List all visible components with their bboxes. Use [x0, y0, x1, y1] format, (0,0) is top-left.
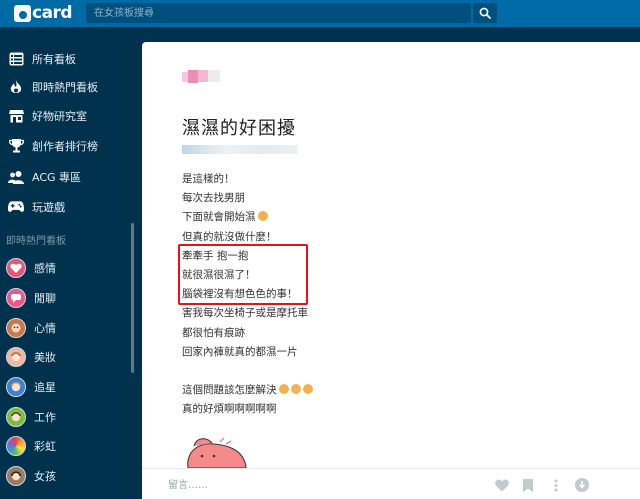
sidebar-item-label: 心情: [34, 322, 56, 335]
board-avatar: [6, 288, 26, 308]
logo-text: card: [32, 3, 73, 23]
post-title: 濕濕的好困擾: [182, 118, 296, 139]
sad-emoji-icon: [302, 384, 313, 395]
search-button[interactable]: [473, 3, 497, 23]
board-avatar: [6, 466, 26, 486]
board-avatar: [6, 318, 26, 338]
sidebar-board-idol[interactable]: 追星: [0, 372, 132, 402]
sidebar-item-games[interactable]: 玩遊戲: [0, 192, 132, 222]
sidebar-item-label: 創作者排行榜: [32, 140, 98, 153]
sidebar-board-makeup[interactable]: 美妝: [0, 342, 132, 372]
post-line: 真的好煩啊啊啊啊啊: [182, 403, 277, 416]
sidebar-item-label: 感情: [34, 262, 56, 275]
sidebar-item-label: 閒聊: [34, 292, 56, 305]
gamepad-icon: [8, 199, 24, 215]
post-line: 這個問題該怎麼解決: [182, 381, 602, 400]
sidebar-board-work[interactable]: 工作: [0, 402, 132, 432]
sidebar-item-label: 所有看板: [32, 53, 76, 66]
post-line: 下面就會開始濕: [182, 208, 602, 227]
trending-section-title: 即時熱門看板: [6, 236, 66, 247]
post-line: 都很怕有痕跡: [182, 326, 245, 339]
search-icon: [479, 7, 491, 19]
post-meta-blurred: [182, 145, 298, 154]
bookmark-icon: [523, 478, 533, 492]
sidebar-item-label: 好物研究室: [32, 110, 87, 123]
sidebar-item-label: 追星: [34, 381, 56, 394]
more-vertical-icon: [554, 479, 558, 491]
trophy-icon: [8, 138, 24, 154]
users-icon: [8, 169, 24, 185]
post-line: 每次去找男朋: [182, 192, 245, 205]
board-avatar: [6, 436, 26, 456]
sticker-image: [187, 437, 247, 468]
comment-input[interactable]: [168, 477, 428, 493]
sidebar-board-girl[interactable]: 女孩: [0, 461, 132, 491]
heart-icon: [495, 479, 509, 491]
author-avatar-blurred: [182, 70, 220, 83]
scroll-down-button[interactable]: [574, 477, 590, 493]
comment-bar: [142, 468, 640, 499]
sidebar-item-trending-boards[interactable]: 即時熱門看板: [0, 72, 132, 102]
post-line: 是這樣的！: [182, 173, 235, 185]
like-button[interactable]: [494, 477, 510, 493]
post-line: 回家內褲就真的都濕一片: [182, 345, 298, 358]
bookmark-button[interactable]: [520, 477, 536, 493]
sidebar-board-mood[interactable]: 心情: [0, 313, 132, 343]
sidebar-item-label: ACG 專區: [32, 171, 82, 184]
board-avatar: [6, 407, 26, 427]
sidebar-item-acg[interactable]: ACG 專區: [0, 162, 132, 192]
post-card: 濕濕的好困擾 是這樣的！ 每次去找男朋 下面就會開始濕 但真的就沒做什麼！ 牽牽…: [142, 42, 640, 499]
sidebar-item-all-boards[interactable]: 所有看板: [0, 44, 132, 74]
sidebar-item-good-stuff-lab[interactable]: 好物研究室: [0, 101, 132, 131]
sidebar-item-creator-ranking[interactable]: 創作者排行榜: [0, 131, 132, 161]
sidebar-item-label: 彩虹: [34, 440, 56, 453]
logo-mark-icon: [14, 4, 31, 22]
post-line-text: 下面就會開始濕: [182, 211, 256, 224]
embarrassed-emoji-icon: [257, 211, 268, 222]
top-bar: card: [0, 0, 640, 27]
search-box: [86, 3, 471, 23]
sidebar-board-chat[interactable]: 閒聊: [0, 283, 132, 313]
board-avatar: [6, 347, 26, 367]
red-highlight-box: [178, 244, 308, 305]
board-avatar: [6, 377, 26, 397]
sidebar: 所有看板 即時熱門看板 好物研究室 創作者排行榜 ACG 專區 玩遊戲 即時熱門…: [0, 27, 142, 499]
sidebar-item-label: 美妝: [34, 351, 56, 364]
sidebar-item-label: 工作: [34, 411, 56, 424]
board-avatar: [6, 258, 26, 278]
sidebar-board-rainbow[interactable]: 彩虹: [0, 431, 132, 461]
post-line-blank: [182, 362, 602, 381]
list-icon: [8, 51, 24, 67]
arrow-down-circle-icon: [575, 478, 589, 492]
flame-icon: [8, 79, 24, 95]
sidebar-item-label: 玩遊戲: [32, 201, 65, 214]
dcard-logo[interactable]: card: [14, 3, 73, 23]
post-line-text: 這個問題該怎麼解決: [182, 384, 277, 397]
more-options-button[interactable]: [548, 477, 564, 493]
sidebar-board-relationship[interactable]: 感情: [0, 253, 132, 283]
search-input[interactable]: [86, 3, 446, 23]
sidebar-item-label: 即時熱門看板: [32, 81, 98, 94]
sad-emoji-icon: [278, 384, 289, 395]
store-icon: [8, 108, 24, 124]
sidebar-item-label: 女孩: [34, 470, 56, 483]
post-line: 害我每次坐椅子或是摩托車: [182, 307, 308, 320]
sad-emoji-icon: [290, 384, 301, 395]
